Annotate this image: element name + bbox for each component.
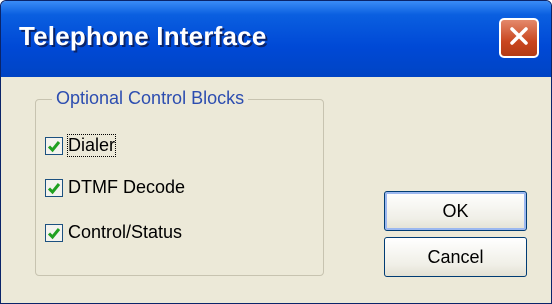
dialer-checkbox-row[interactable]: Dialer — [45, 134, 117, 157]
check-mark-icon — [47, 140, 61, 152]
close-x-icon — [508, 25, 530, 52]
ok-button[interactable]: OK — [384, 191, 527, 231]
title-bar[interactable]: Telephone Interface — [1, 1, 551, 77]
control-status-label[interactable]: Control/Status — [68, 222, 182, 243]
window-title: Telephone Interface — [19, 21, 267, 51]
check-mark-icon — [47, 227, 61, 239]
dialog-body: Optional Control Blocks Dialer DTMF Deco… — [1, 77, 551, 303]
control-status-checkbox[interactable] — [45, 223, 63, 242]
cancel-button[interactable]: Cancel — [384, 237, 527, 277]
dialer-label[interactable]: Dialer — [66, 134, 117, 157]
dtmf-decode-checkbox-row[interactable]: DTMF Decode — [45, 177, 185, 198]
check-mark-icon — [47, 182, 61, 194]
control-status-checkbox-row[interactable]: Control/Status — [45, 222, 182, 243]
close-button[interactable] — [499, 18, 539, 58]
group-title: Optional Control Blocks — [52, 88, 249, 109]
dtmf-decode-checkbox[interactable] — [45, 178, 63, 197]
dtmf-decode-label[interactable]: DTMF Decode — [68, 177, 185, 198]
dialog-window: Telephone Interface Optional Control Blo… — [0, 0, 552, 304]
dialer-checkbox[interactable] — [45, 136, 63, 155]
